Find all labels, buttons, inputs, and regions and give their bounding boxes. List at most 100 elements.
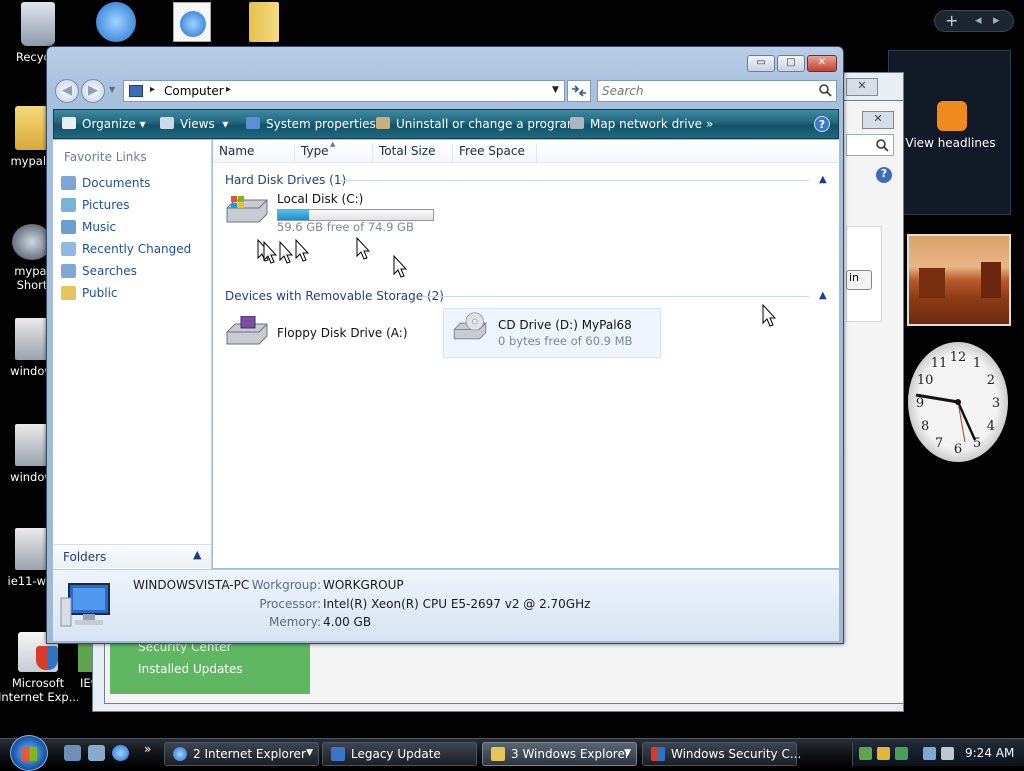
disk-usage-fill — [278, 210, 309, 220]
taskbar-button-internet-explorer[interactable]: 2 Internet Explorer ▼ — [164, 742, 319, 766]
system-properties-button[interactable]: System properties — [246, 117, 376, 131]
zip-folder-icon[interactable] — [224, 2, 304, 46]
maximize-button[interactable]: □ — [777, 55, 805, 72]
organize-menu[interactable]: Organize ▾ — [62, 117, 146, 131]
show-desktop-icon[interactable] — [64, 745, 81, 761]
clock-numeral: 6 — [954, 442, 962, 457]
installed-updates-link[interactable]: Installed Updates — [138, 662, 243, 676]
group-header-hard-disks[interactable]: Hard Disk Drives (1) — [225, 173, 346, 187]
searches-icon — [61, 264, 76, 278]
collapse-chevron-icon[interactable]: ▲ — [819, 290, 827, 301]
column-free-space[interactable]: Free Space — [453, 144, 537, 162]
clock-numeral: 9 — [916, 396, 924, 411]
views-menu[interactable]: Views ▾ — [160, 117, 228, 131]
drive-cd-d[interactable]: CD Drive (D:) MyPal68 0 bytes free of 60… — [443, 308, 661, 358]
windows-logo-icon — [22, 747, 37, 761]
security-warning-tray-icon[interactable] — [877, 747, 890, 760]
search-input[interactable] — [602, 83, 802, 99]
cd-drive-icon — [453, 312, 487, 340]
refresh-button[interactable] — [567, 80, 591, 102]
clock-numeral: 2 — [987, 373, 995, 388]
search-icon[interactable] — [818, 83, 832, 97]
chevron-up-icon: ▲ — [193, 548, 202, 561]
folders-toggle[interactable]: Folders ▲ — [53, 544, 211, 568]
taskbar-button-windows-explorer[interactable]: 3 Windows Explorer ▼ — [482, 742, 637, 766]
nav-link-pictures[interactable]: Pictures — [61, 197, 206, 215]
system-properties-icon — [246, 117, 260, 129]
more-commands-button[interactable]: » — [706, 117, 713, 131]
floppy-drive-icon — [226, 316, 268, 345]
forward-button[interactable]: ▶ — [81, 79, 105, 103]
navigation-pane: Favorite Links Documents Pictures Music … — [53, 140, 212, 640]
nav-link-searches[interactable]: Searches — [61, 263, 206, 281]
breadcrumb-separator[interactable]: ▸ — [150, 84, 155, 95]
background-window-close-button[interactable]: ✕ — [846, 78, 878, 96]
nav-link-recently-changed[interactable]: Recently Changed — [61, 241, 206, 259]
search-icon — [876, 139, 889, 152]
clock-gadget[interactable]: 12 1 2 3 4 5 6 7 8 9 10 11 — [905, 342, 1011, 464]
network-drive-icon — [570, 117, 584, 129]
recently-changed-icon — [61, 242, 76, 256]
clock-numeral: 10 — [917, 373, 934, 388]
internet-explorer-shield-icon[interactable] — [76, 2, 156, 46]
taskbar-clock[interactable]: 9:24 AM — [965, 746, 1014, 760]
address-bar[interactable]: ▸ Computer ▸ ▼ — [123, 80, 565, 102]
taskbar-button-label: 2 Internet Explorer — [193, 747, 306, 761]
column-total-size[interactable]: Total Size — [373, 144, 453, 162]
drive-free-space: 0 bytes free of 60.9 MB — [498, 334, 633, 348]
close-button[interactable]: ✕ — [807, 55, 837, 72]
nav-link-public[interactable]: Public — [61, 285, 206, 303]
nav-link-label: Music — [82, 220, 117, 234]
display-tray-icon[interactable] — [923, 747, 936, 760]
add-gadget-button[interactable]: + — [945, 11, 958, 30]
feed-headlines-gadget[interactable]: View headlines — [888, 50, 1011, 215]
update-tray-icon[interactable] — [895, 747, 908, 760]
address-dropdown-icon[interactable]: ▼ — [552, 85, 559, 95]
breadcrumb-separator[interactable]: ▸ — [226, 84, 231, 95]
notification-area: 9:24 AM — [852, 742, 1024, 766]
views-label: Views — [180, 117, 215, 131]
background-search-box[interactable] — [846, 134, 894, 156]
slideshow-gadget[interactable] — [907, 234, 1011, 326]
internet-explorer-page-icon[interactable] — [152, 2, 232, 46]
drive-floppy-a[interactable]: Floppy Disk Drive (A:) — [221, 310, 431, 356]
help-icon[interactable]: ? — [814, 116, 830, 132]
sidebar-next-button[interactable]: ▸ — [993, 13, 1000, 28]
clock-numeral: 11 — [931, 356, 948, 371]
computer-icon — [129, 85, 143, 97]
sort-ascending-icon: ▲ — [330, 140, 336, 148]
volume-muted-icon[interactable] — [941, 747, 954, 760]
dropdown-icon: ▼ — [624, 748, 631, 758]
clock-numeral: 3 — [992, 396, 1000, 411]
start-button[interactable] — [10, 735, 48, 771]
security-center-panel: Security Center Installed Updates — [110, 640, 310, 694]
minimize-button[interactable]: ▭ — [747, 55, 775, 72]
network-tray-icon[interactable] — [859, 747, 872, 760]
recent-pages-chevron-icon[interactable]: ▼ — [109, 85, 115, 94]
uninstall-program-button[interactable]: Uninstall or change a program — [376, 117, 579, 131]
background-window-close-button[interactable]: ✕ — [862, 111, 894, 129]
workgroup-value: WORKGROUP — [323, 578, 404, 592]
collapse-chevron-icon[interactable]: ▲ — [819, 174, 827, 185]
column-name[interactable]: Name — [213, 144, 295, 162]
back-button[interactable]: ◀ — [55, 79, 79, 103]
taskbar-button-legacy-update[interactable]: Legacy Update — [322, 742, 477, 766]
map-network-drive-button[interactable]: Map network drive — [570, 117, 702, 131]
taskbar: » 2 Internet Explorer ▼ Legacy Update 3 … — [0, 735, 1024, 771]
clock-numeral: 4 — [987, 419, 995, 434]
background-button[interactable]: in — [846, 270, 872, 290]
search-box[interactable] — [597, 80, 837, 102]
breadcrumb-computer[interactable]: Computer — [164, 84, 224, 98]
taskbar-button-label: Windows Security C... — [671, 747, 802, 761]
sidebar-prev-button[interactable]: ◂ — [975, 13, 982, 28]
taskbar-button-security-center[interactable]: Windows Security C... — [642, 742, 801, 766]
switch-windows-icon[interactable] — [88, 745, 105, 761]
drive-local-disk-c[interactable]: Local Disk (C:) 59.6 GB free of 74.9 GB — [221, 188, 451, 234]
help-icon[interactable]: ? — [876, 167, 892, 183]
quicklaunch-more-button[interactable]: » — [144, 742, 151, 756]
group-divider — [339, 180, 809, 181]
group-header-removable[interactable]: Devices with Removable Storage (2) — [225, 289, 444, 303]
nav-link-music[interactable]: Music — [61, 219, 206, 237]
internet-explorer-icon[interactable] — [112, 745, 129, 761]
nav-link-documents[interactable]: Documents — [61, 175, 206, 193]
